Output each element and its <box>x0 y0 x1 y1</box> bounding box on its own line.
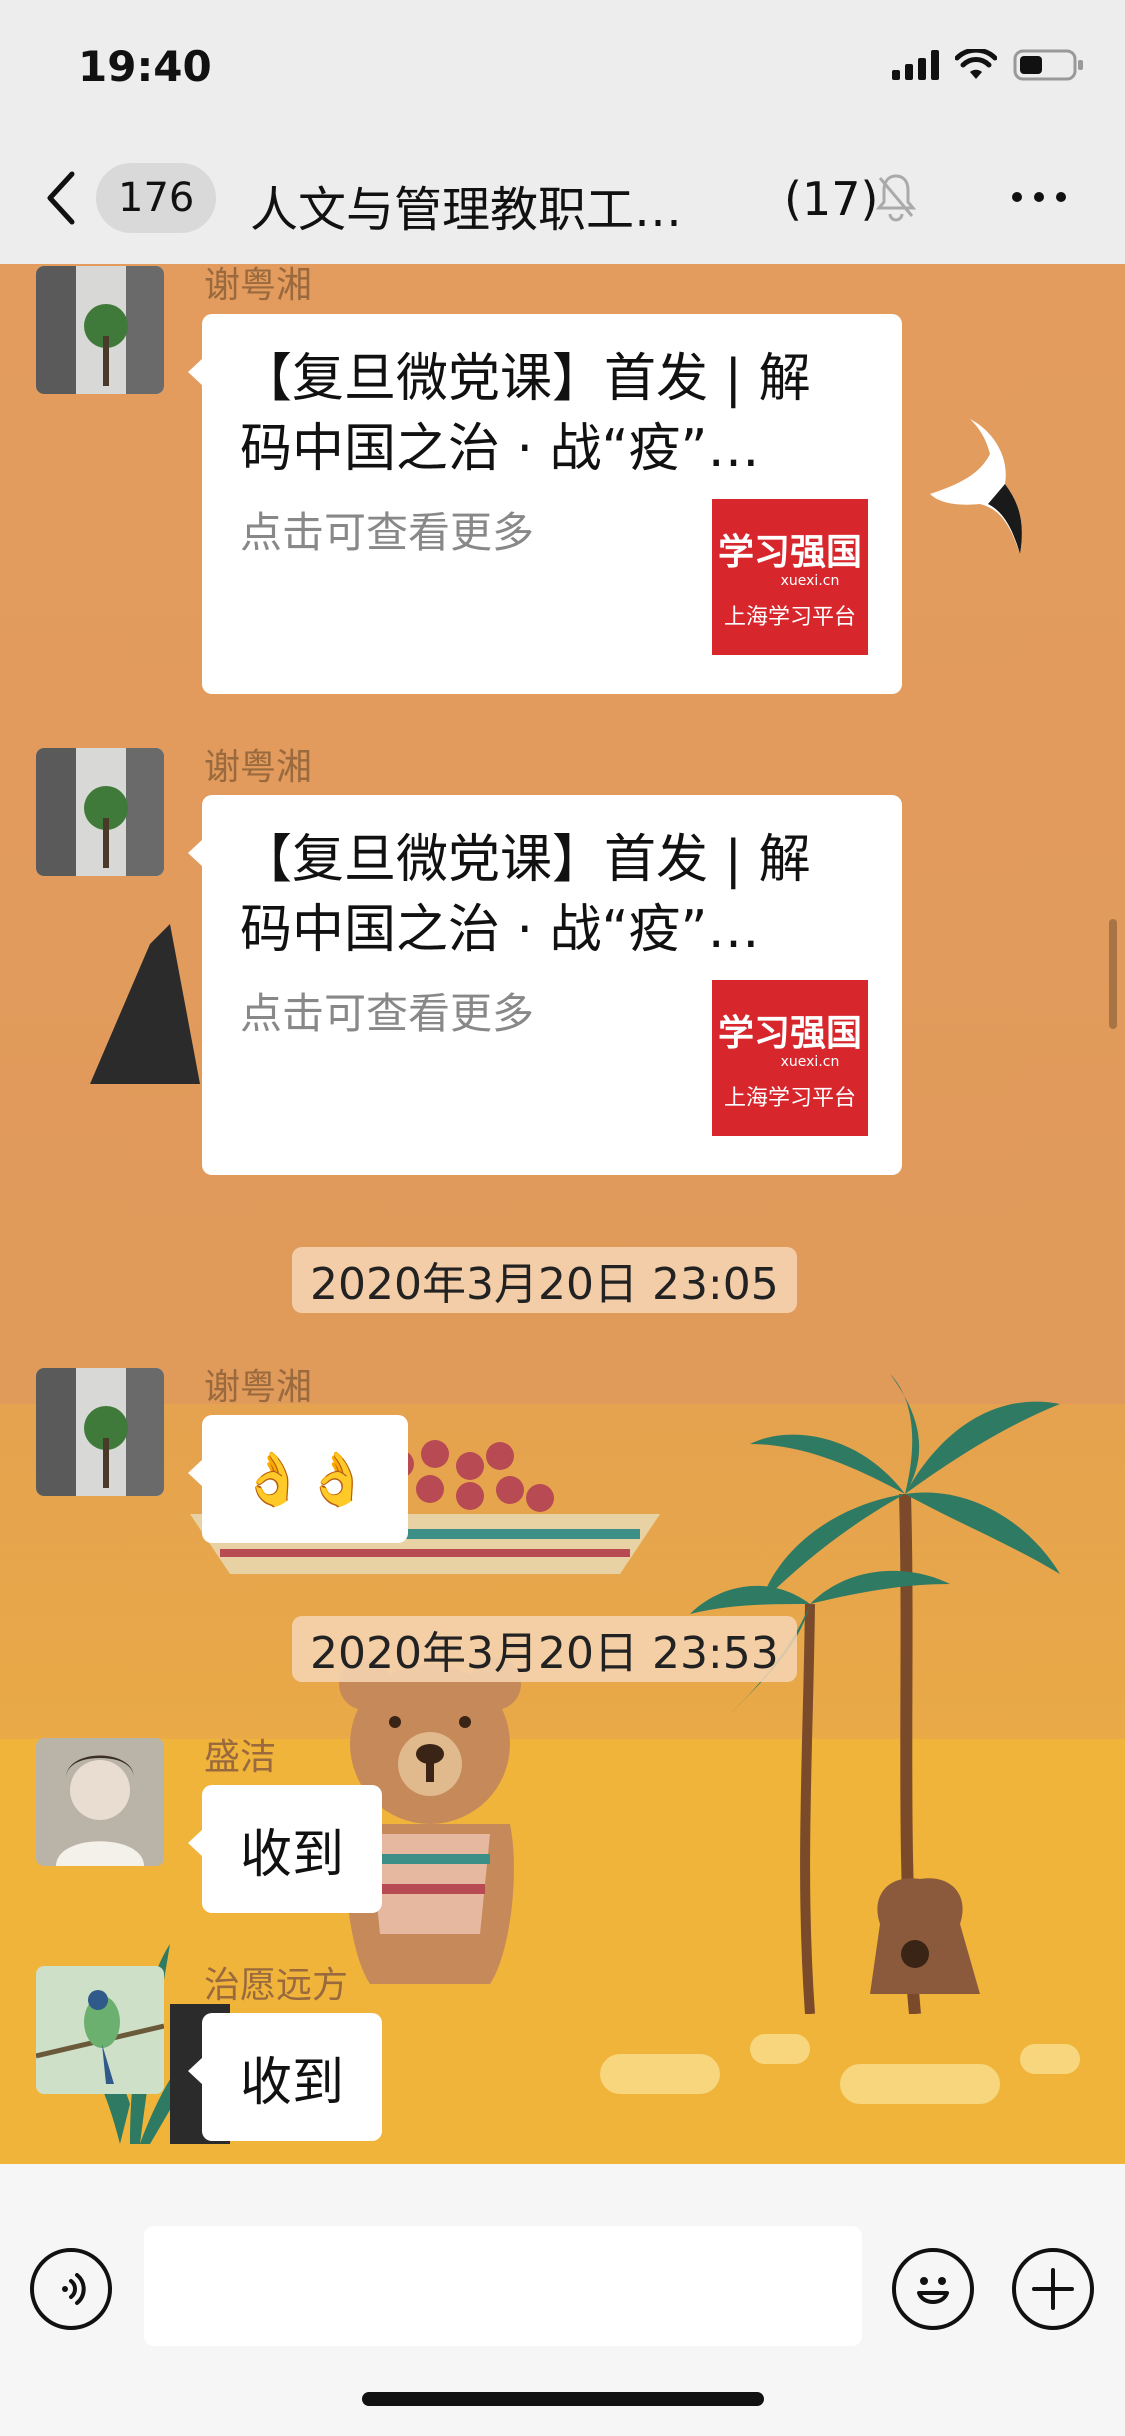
card-title: 【复旦微党课】首发 | 解码中国之治 · 战“疫”… <box>240 830 811 960</box>
card-title: 【复旦微党课】首发 | 解码中国之治 · 战“疫”… <box>240 349 811 479</box>
smiley-icon <box>917 2277 949 2304</box>
status-time: 19:40 <box>78 42 212 91</box>
message-timestamp: 2020年3月20日 23:53 <box>292 1616 797 1682</box>
emoji-button[interactable] <box>892 2248 974 2330</box>
palm-tree-decoration <box>690 1374 1060 2014</box>
avatar[interactable] <box>36 748 164 876</box>
avatar[interactable] <box>36 1966 164 2094</box>
chat-area[interactable]: 谢粤湘 【复旦微党课】首发 | 解码中国之治 · 战“疫”… 点击可查看更多 学… <box>0 264 1125 2164</box>
top-bar: 19:40 176 人文与管理教职工… (17) <box>0 0 1125 264</box>
footprints-decoration <box>600 2034 1080 2104</box>
signal-icon <box>892 50 939 80</box>
more-actions-button[interactable] <box>1012 2248 1094 2330</box>
battery-icon <box>1013 48 1085 82</box>
home-indicator[interactable] <box>362 2392 764 2406</box>
status-icons <box>892 48 1085 82</box>
xuexi-logo: 学习强国 xuexi.cn 上海学习平台 <box>712 980 868 1136</box>
wifi-icon <box>955 49 997 81</box>
text-bubble[interactable]: 👌👌 <box>188 1415 408 1543</box>
sender-name: 谢粤湘 <box>204 747 313 788</box>
avatar[interactable] <box>36 1368 164 1496</box>
mountain-decoration <box>90 924 200 1084</box>
sender-name: 谢粤湘 <box>204 1367 313 1408</box>
voice-icon <box>62 2273 86 2305</box>
unread-count-badge[interactable]: 176 <box>96 163 217 233</box>
avatar[interactable] <box>36 1738 164 1866</box>
back-button[interactable] <box>42 170 82 226</box>
link-card-bubble[interactable]: 【复旦微党课】首发 | 解码中国之治 · 战“疫”… 点击可查看更多 学习强国 … <box>188 795 902 1175</box>
chat-screen: 19:40 176 人文与管理教职工… (17) 谢粤湘 【复旦微党课】首发 |… <box>0 0 1125 2436</box>
more-options-button[interactable] <box>1012 192 1066 202</box>
message-timestamp: 2020年3月20日 23:05 <box>292 1247 797 1313</box>
chat-title[interactable]: 人文与管理教职工… <box>250 170 682 240</box>
mute-bell-icon <box>875 172 917 226</box>
card-description: 点击可查看更多 <box>240 508 535 557</box>
plus-icon <box>1032 2268 1074 2310</box>
text-bubble[interactable]: 收到 <box>187 2013 383 2141</box>
scrollbar[interactable] <box>1109 919 1117 1029</box>
chevron-left-icon <box>47 171 75 225</box>
message-input[interactable] <box>144 2226 862 2346</box>
xuexi-logo: 学习强国 xuexi.cn 上海学习平台 <box>712 499 868 655</box>
sender-name: 治愿远方 <box>204 1965 349 2006</box>
voice-button[interactable] <box>30 2248 112 2330</box>
sender-name: 谢粤湘 <box>204 265 313 306</box>
bird-decoration <box>930 419 1022 554</box>
member-count: (17) <box>784 172 879 226</box>
card-description: 点击可查看更多 <box>240 989 535 1038</box>
link-card-bubble[interactable]: 【复旦微党课】首发 | 解码中国之治 · 战“疫”… 点击可查看更多 学习强国 … <box>188 314 902 694</box>
sender-name: 盛洁 <box>204 1737 277 1778</box>
text-bubble[interactable]: 收到 <box>187 1785 383 1913</box>
input-bar <box>0 2164 1125 2436</box>
avatar[interactable] <box>36 266 164 394</box>
